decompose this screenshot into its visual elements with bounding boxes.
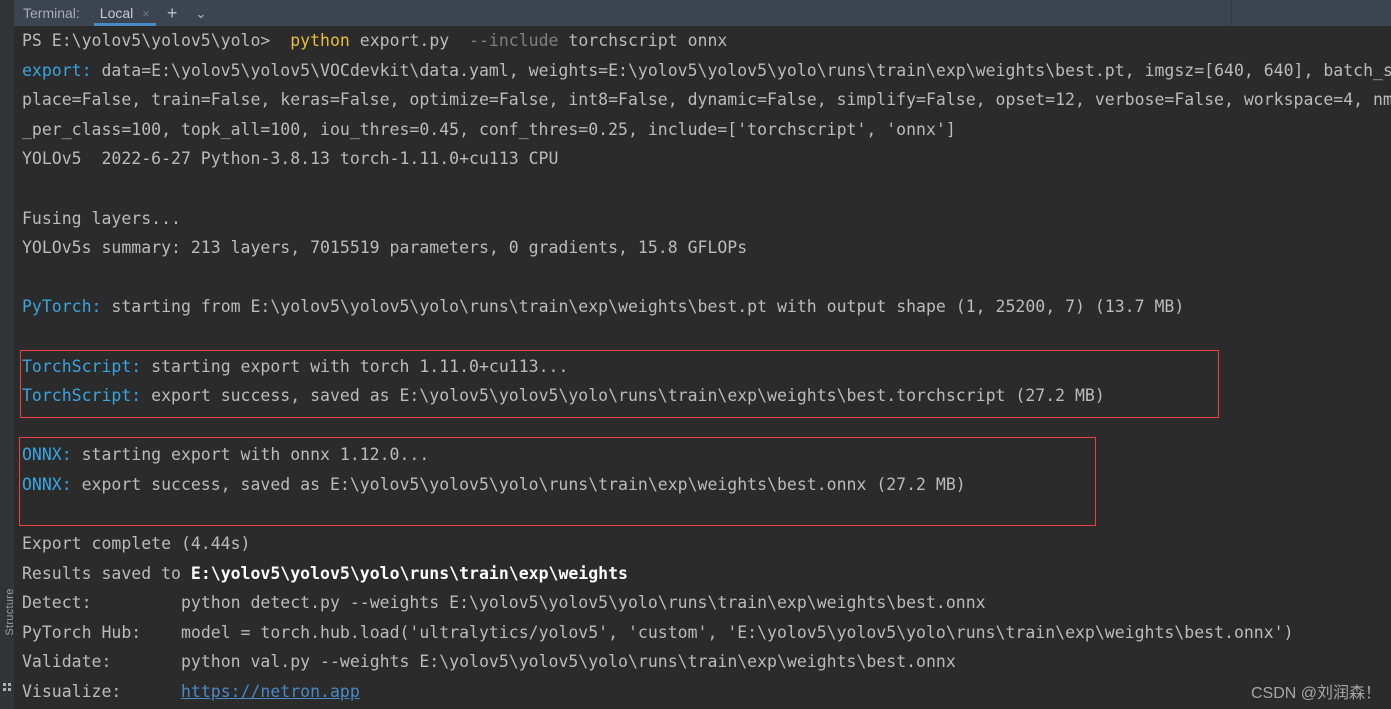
visualize-label: Visualize: — [22, 682, 181, 702]
pytorch-label: PyTorch: — [22, 297, 102, 317]
pytorch-text: starting from E:\yolov5\yolov5\yolo\runs… — [101, 297, 1185, 317]
validate-command: python val.py --weights E:\yolov5\yolov5… — [180, 652, 956, 672]
torchscript-label-start: TorchScript: — [22, 356, 142, 376]
header-gutter-spacer — [0, 0, 14, 26]
tab-local-label: Local — [99, 5, 134, 21]
terminal-line-summary: YOLOv5s summary: 213 layers, 7015519 par… — [22, 238, 748, 258]
results-saved-label: Results saved to — [22, 563, 191, 583]
terminal-line-blank-2 — [22, 263, 1391, 293]
terminal-line-export-args-1: export: data=E:\yolov5\yolov5\VOCdevkit\… — [22, 56, 1391, 86]
ide-window: Terminal: Local × + ⌄ Structure PS E:\yo… — [0, 0, 1391, 709]
terminal-line-results-saved: Results saved to E:\yolov5\yolov5\yolo\r… — [22, 559, 1391, 589]
new-terminal-tab-button[interactable]: + — [158, 4, 187, 22]
terminal-output-panel[interactable]: PS E:\yolov5\yolov5\yolo> python export.… — [14, 26, 1391, 709]
terminal-line-blank-1 — [22, 174, 1391, 204]
command-args: torchscript onnx — [568, 31, 728, 50]
netron-link[interactable]: https://netron.app — [181, 682, 360, 701]
csdn-watermark: CSDN @刘润森！ — [1250, 685, 1381, 702]
export-args-1: data=E:\yolov5\yolov5\VOCdevkit\data.yam… — [101, 60, 1391, 80]
torchscript-label-success: TorchScript: — [22, 386, 142, 406]
onnx-text-start: starting export with onnx 1.12.0... — [71, 445, 430, 465]
terminal-line-torchscript-start: TorchScript: starting export with torch … — [22, 352, 1391, 382]
terminal-line-pytorch: PyTorch: starting from E:\yolov5\yolov5\… — [22, 292, 1391, 322]
shell-prompt: PS E:\yolov5\yolov5\yolo> — [22, 31, 271, 50]
terminal-line-pytorch-hub: PyTorch Hub: model = torch.hub.load('ult… — [22, 618, 1391, 648]
terminal-line-torchscript-success: TorchScript: export success, saved as E:… — [22, 381, 1391, 411]
terminal-line-onnx-success: ONNX: export success, saved as E:\yolov5… — [22, 470, 1391, 500]
terminal-tool-window-header: Terminal: Local × + ⌄ — [0, 0, 1391, 26]
onnx-label-success: ONNX: — [22, 474, 72, 494]
terminal-line-export-args-3: _per_class=100, topk_all=100, iou_thres=… — [22, 119, 956, 139]
terminal-line-visualize: Visualize: https://netron.app — [22, 677, 1391, 707]
detect-label: Detect: — [22, 593, 181, 613]
onnx-text-success: export success, saved as E:\yolov5\yolov… — [71, 474, 966, 494]
pytorch-hub-label: PyTorch Hub: — [22, 622, 181, 642]
tab-local[interactable]: Local × — [90, 0, 158, 26]
terminal-line-export-args-2: place=False, train=False, keras=False, o… — [22, 90, 1391, 110]
torchscript-text-success: export success, saved as E:\yolov5\yolov… — [141, 386, 1105, 406]
terminal-title: Terminal: — [23, 5, 80, 21]
close-icon[interactable]: × — [142, 6, 150, 21]
terminal-line-command: PS E:\yolov5\yolov5\yolo> python export.… — [22, 26, 1391, 56]
terminal-line-onnx-start: ONNX: starting export with onnx 1.12.0..… — [22, 440, 1391, 470]
onnx-label-start: ONNX: — [22, 445, 72, 465]
terminal-line-validate: Validate: python val.py --weights E:\yol… — [22, 647, 1391, 677]
terminal-line-detect: Detect: python detect.py --weights E:\yo… — [22, 588, 1391, 618]
validate-label: Validate: — [22, 652, 181, 672]
pytorch-hub-command: model = torch.hub.load('ultralytics/yolo… — [180, 622, 1294, 642]
terminal-line-export-complete: Export complete (4.44s) — [22, 534, 251, 554]
header-divider — [1231, 0, 1232, 26]
terminal-line-blank-5 — [22, 500, 1391, 530]
terminal-line-blank-3 — [22, 322, 1391, 352]
results-saved-path: E:\yolov5\yolov5\yolo\runs\train\exp\wei… — [190, 563, 628, 583]
export-label: export: — [22, 60, 92, 80]
left-tool-strip: Structure — [0, 26, 16, 709]
terminal-line-version: YOLOv5 2022-6-27 Python-3.8.13 torch-1.1… — [22, 149, 559, 169]
structure-icon — [3, 683, 11, 691]
terminal-line-blank-4 — [22, 411, 1391, 441]
command-python: python — [290, 31, 350, 50]
torchscript-text-start: starting export with torch 1.11.0+cu113.… — [141, 356, 569, 376]
command-script: export.py — [359, 31, 450, 50]
command-flag: --include — [469, 31, 559, 50]
detect-command: python detect.py --weights E:\yolov5\yol… — [180, 593, 986, 613]
terminal-line-fusing: Fusing layers... — [22, 208, 181, 228]
chevron-down-icon[interactable]: ⌄ — [186, 7, 215, 20]
